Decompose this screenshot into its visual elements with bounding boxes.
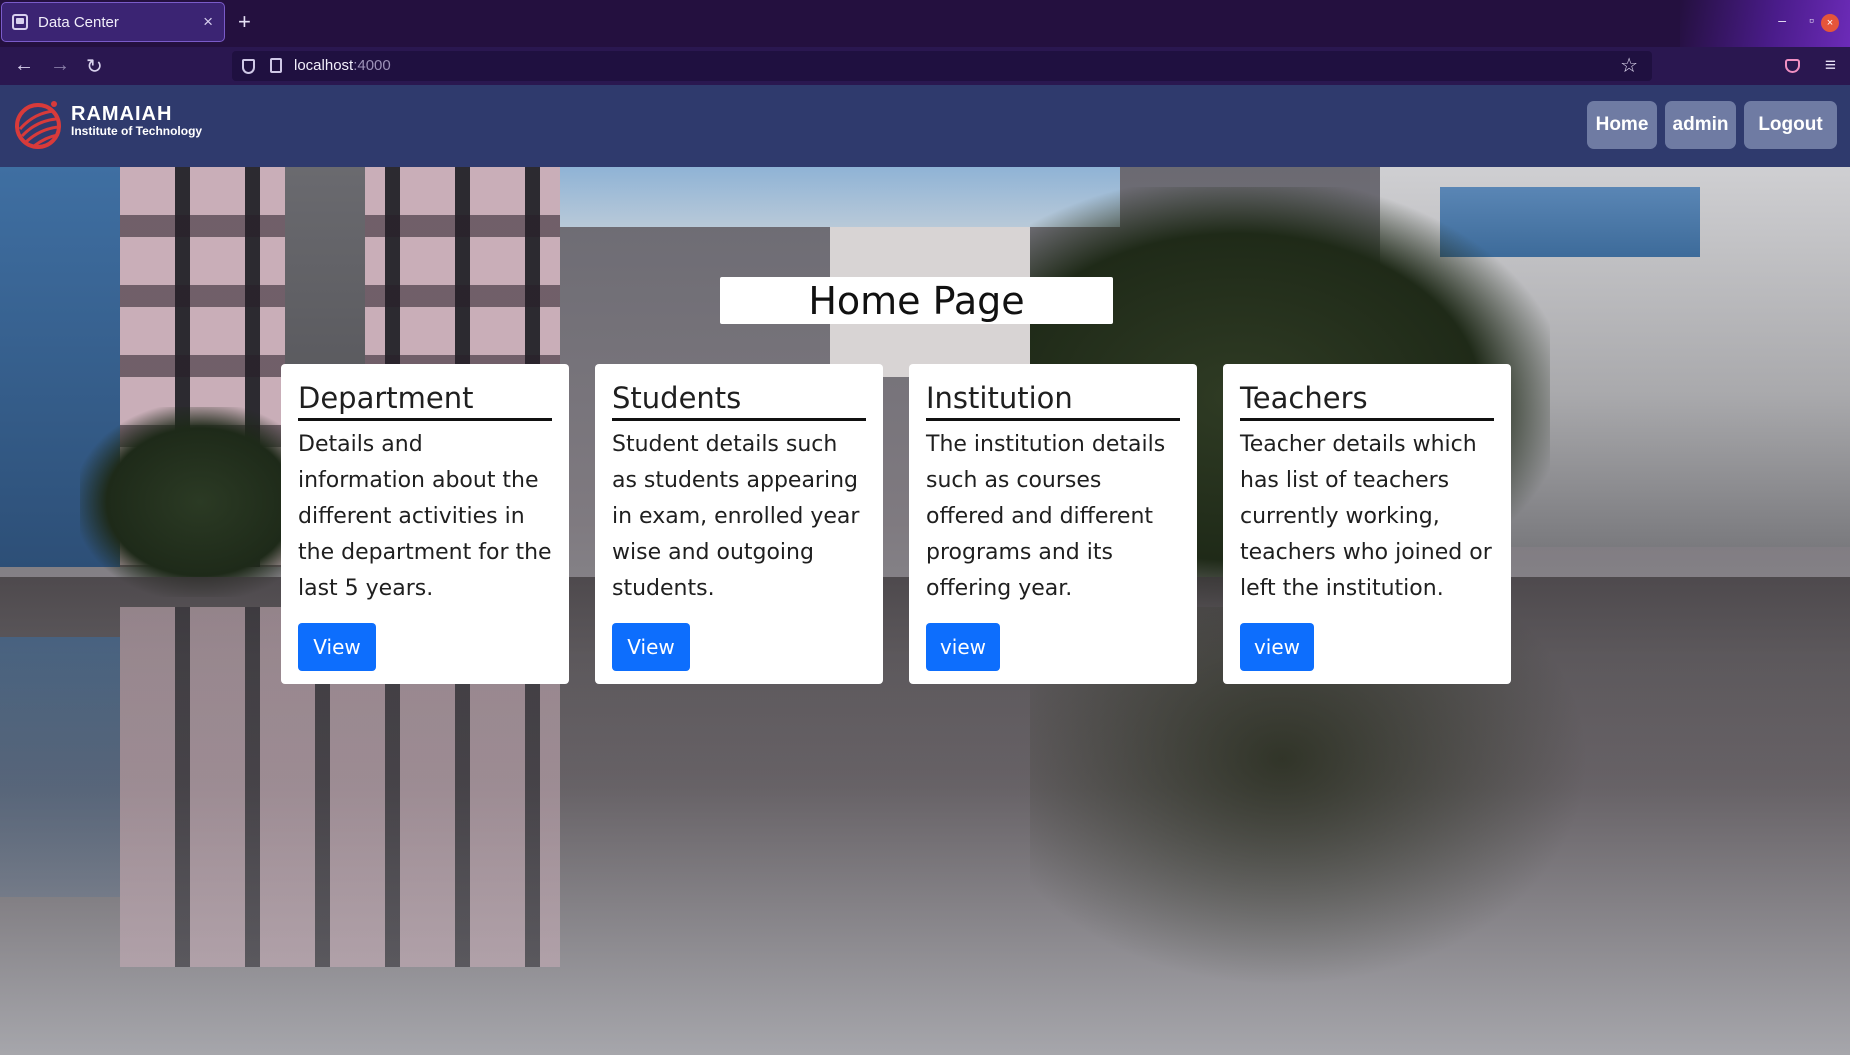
url-host: localhost bbox=[294, 57, 354, 74]
forward-arrow-icon[interactable]: → bbox=[50, 54, 70, 77]
bg-reflection-left bbox=[0, 637, 120, 897]
department-view-button[interactable]: View bbox=[298, 623, 376, 671]
card-department: Department Details and information about… bbox=[281, 364, 569, 684]
ramaiah-logo-icon bbox=[15, 101, 61, 149]
card-title: Institution bbox=[926, 380, 1180, 421]
page-info-icon[interactable] bbox=[270, 58, 282, 73]
teachers-view-button[interactable]: view bbox=[1240, 623, 1314, 671]
window-minimize-icon[interactable]: – bbox=[1778, 12, 1786, 28]
pocket-icon[interactable] bbox=[1785, 59, 1800, 73]
back-arrow-icon[interactable]: ← bbox=[14, 54, 34, 77]
tab-close-icon[interactable]: × bbox=[203, 12, 213, 32]
browser-tab-active[interactable]: Data Center × bbox=[1, 2, 225, 42]
card-title: Teachers bbox=[1240, 380, 1494, 421]
brand-subtitle: Institute of Technology bbox=[71, 124, 203, 138]
nav-home-button[interactable]: Home bbox=[1587, 101, 1657, 149]
tab-favicon-icon bbox=[12, 14, 28, 30]
card-institution: Institution The institution details such… bbox=[909, 364, 1197, 684]
browser-nav-bar: ← → ↻ localhost:4000 ☆ ≡ bbox=[0, 47, 1850, 85]
window-maximize-icon[interactable]: ▫ bbox=[1809, 12, 1814, 28]
site-header: RAMAIAH Institute of Technology Home adm… bbox=[0, 85, 1850, 167]
tracking-shield-icon[interactable] bbox=[242, 59, 255, 74]
brand-name: RAMAIAH bbox=[71, 103, 173, 125]
nav-admin-button[interactable]: admin bbox=[1665, 101, 1736, 149]
card-teachers: Teachers Teacher details which has list … bbox=[1223, 364, 1511, 684]
hamburger-menu-icon[interactable]: ≡ bbox=[1825, 55, 1836, 77]
window-close-icon[interactable]: × bbox=[1821, 14, 1839, 32]
institution-view-button[interactable]: view bbox=[926, 623, 1000, 671]
page-title: Home Page bbox=[720, 277, 1113, 324]
card-description: Details and information about the differ… bbox=[298, 432, 552, 601]
students-view-button[interactable]: View bbox=[612, 623, 690, 671]
nav-logout-button[interactable]: Logout bbox=[1744, 101, 1837, 149]
card-students: Students Student details such as student… bbox=[595, 364, 883, 684]
card-description: Student details such as students appeari… bbox=[612, 432, 860, 601]
new-tab-icon[interactable]: + bbox=[238, 9, 251, 35]
url-text: localhost:4000 bbox=[294, 57, 391, 74]
address-bar[interactable]: localhost:4000 ☆ bbox=[232, 51, 1652, 81]
card-description: The institution details such as courses … bbox=[926, 432, 1166, 601]
url-port: :4000 bbox=[353, 57, 391, 74]
bookmark-star-icon[interactable]: ☆ bbox=[1620, 53, 1638, 78]
browser-tab-bar: Data Center × + – ▫ × bbox=[0, 0, 1850, 47]
reload-icon[interactable]: ↻ bbox=[86, 54, 103, 79]
card-title: Students bbox=[612, 380, 866, 421]
card-description: Teacher details which has list of teache… bbox=[1240, 432, 1492, 601]
card-title: Department bbox=[298, 380, 552, 421]
tab-title: Data Center bbox=[38, 13, 119, 31]
